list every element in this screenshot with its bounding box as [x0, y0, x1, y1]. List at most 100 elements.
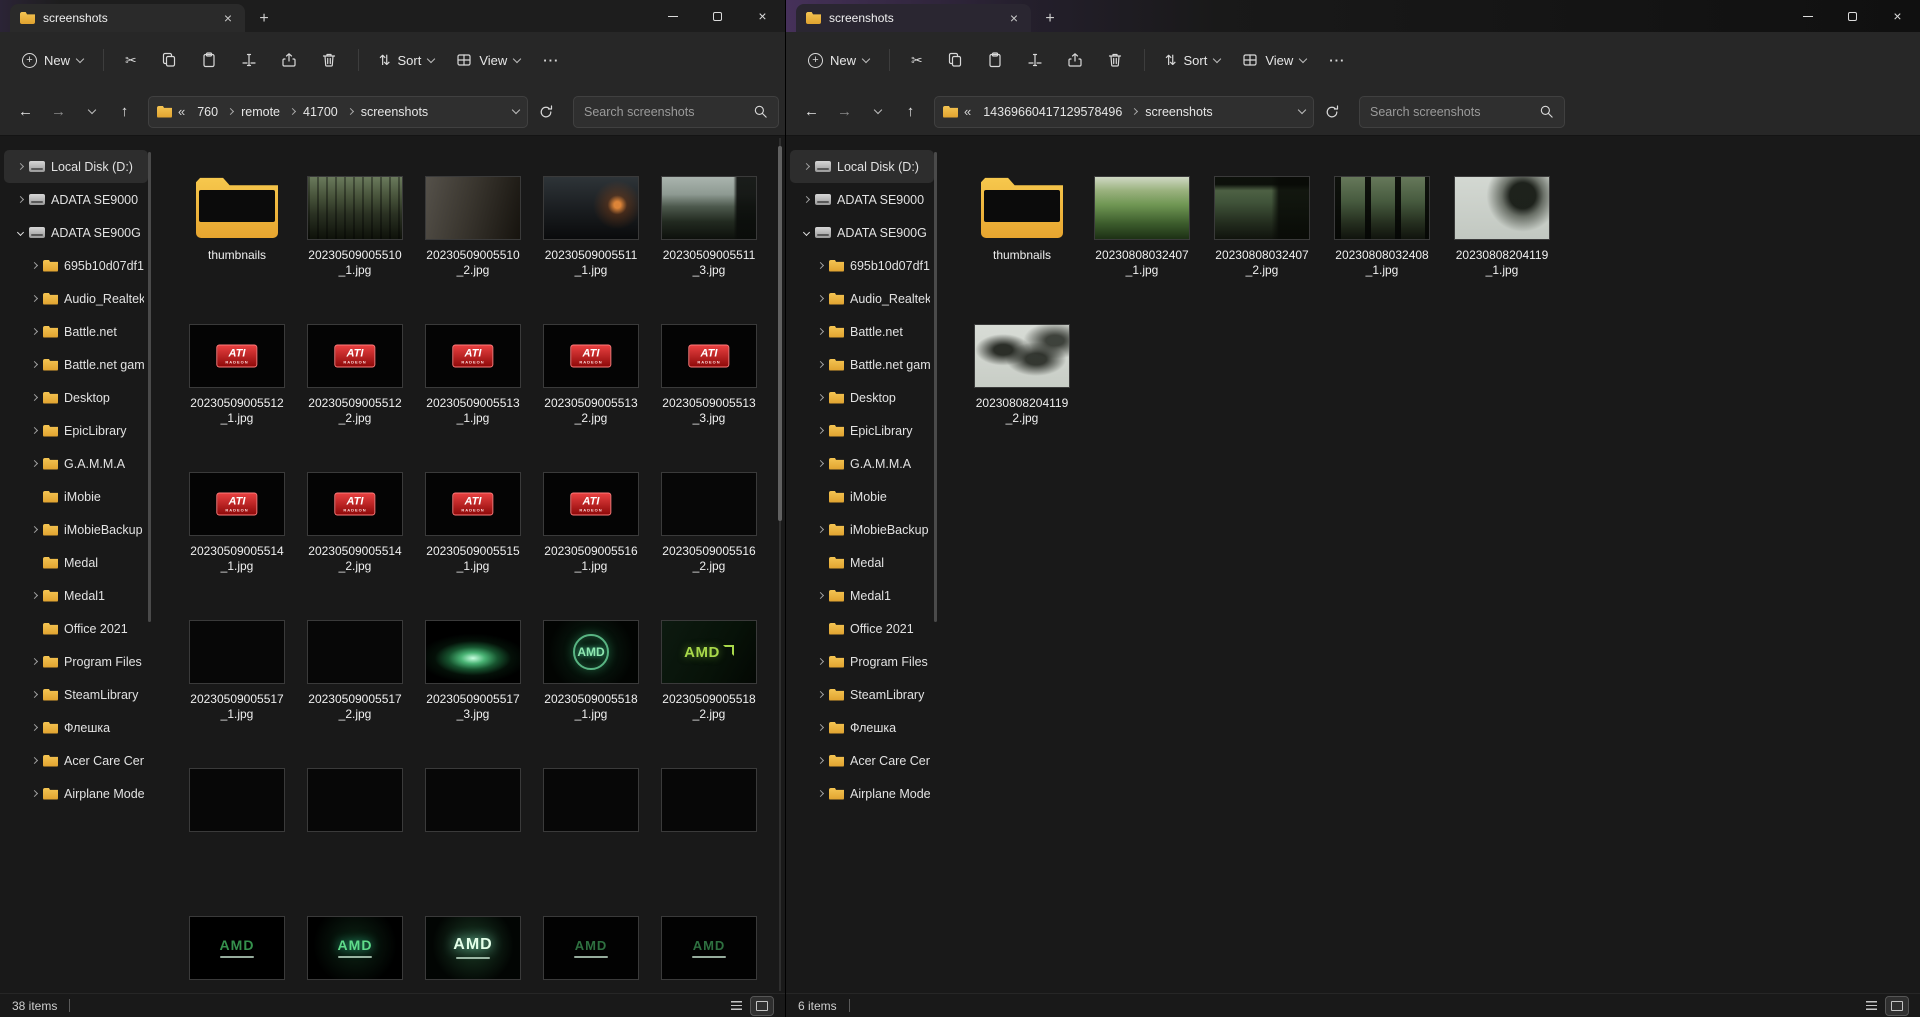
breadcrumb-overflow[interactable]: «	[964, 104, 971, 119]
tree-chevron-icon[interactable]	[816, 657, 825, 666]
sidebar-item[interactable]: 695b10d07df1	[790, 249, 934, 282]
paste-button[interactable]	[190, 42, 228, 78]
file-item[interactable]: 20230509005517_1.jpg	[181, 620, 293, 724]
file-item[interactable]: 20230509005511_1.jpg	[535, 176, 647, 280]
file-item[interactable]: 20230808204119_2.jpg	[966, 324, 1078, 428]
forward-button[interactable]: →	[43, 96, 74, 128]
sidebar-item[interactable]: Desktop	[790, 381, 934, 414]
refresh-button[interactable]	[530, 96, 561, 128]
tree-chevron-icon[interactable]	[816, 525, 825, 534]
tree-chevron-icon[interactable]	[30, 591, 39, 600]
minimize-button[interactable]	[650, 0, 695, 32]
more-button[interactable]: ···	[1318, 42, 1356, 78]
tree-chevron-icon[interactable]	[816, 723, 825, 732]
tree-chevron-icon[interactable]	[30, 789, 39, 798]
file-item[interactable]: AMD 20230509005518_2.jpg	[653, 620, 765, 724]
tree-chevron-icon[interactable]	[816, 393, 825, 402]
tree-chevron-icon[interactable]	[30, 261, 39, 270]
file-item[interactable]: AMD	[181, 916, 293, 993]
sidebar-item[interactable]: Battle.net	[4, 315, 148, 348]
sidebar-item[interactable]: Program Files (	[790, 645, 934, 678]
tree-chevron-icon[interactable]	[816, 360, 825, 369]
file-item[interactable]	[299, 768, 411, 872]
sidebar-item[interactable]: Medal	[790, 546, 934, 579]
breadcrumb-item[interactable]: screenshots	[355, 102, 434, 122]
file-item[interactable]: 20230808204119_1.jpg	[1446, 176, 1558, 280]
delete-button[interactable]	[1096, 42, 1134, 78]
sidebar-item[interactable]: Medal	[4, 546, 148, 579]
search-input[interactable]	[1370, 104, 1533, 119]
tree-chevron-icon[interactable]	[30, 525, 39, 534]
content-scrollbar[interactable]	[775, 138, 785, 991]
up-button[interactable]: ↑	[109, 96, 140, 128]
tree-chevron-icon[interactable]	[30, 723, 39, 732]
sidebar-item[interactable]: Audio_Realtek	[790, 282, 934, 315]
new-tab-button[interactable]: +	[249, 6, 279, 32]
sidebar-item[interactable]: Office 2021	[790, 612, 934, 645]
minimize-button[interactable]	[1785, 0, 1830, 32]
breadcrumb-bar[interactable]: « 14369660417129578496 screenshots	[934, 95, 1314, 128]
more-button[interactable]: ···	[532, 42, 570, 78]
maximize-button[interactable]	[1830, 0, 1875, 32]
file-item[interactable]: ATI RADEON 20230509005513_1.jpg	[417, 324, 529, 428]
view-button[interactable]: View	[446, 42, 530, 78]
file-item[interactable]: AMD 20230509005518_1.jpg	[535, 620, 647, 724]
sidebar-item[interactable]: Audio_Realtek	[4, 282, 148, 315]
tree-chevron-icon[interactable]	[30, 294, 39, 303]
recent-locations-button[interactable]	[76, 96, 107, 128]
maximize-button[interactable]	[695, 0, 740, 32]
tab-screenshots[interactable]: screenshots ×	[10, 4, 245, 32]
forward-button[interactable]: →	[829, 96, 860, 128]
file-item[interactable]: ATI RADEON 20230509005512_2.jpg	[299, 324, 411, 428]
sidebar-item[interactable]: Medal1	[790, 579, 934, 612]
file-item[interactable]: ATI RADEON 20230509005516_1.jpg	[535, 472, 647, 576]
tree-chevron-icon[interactable]	[816, 327, 825, 336]
file-item[interactable]: AMD	[653, 916, 765, 993]
file-item[interactable]: thumbnails	[966, 176, 1078, 280]
tab-screenshots[interactable]: screenshots ×	[796, 4, 1031, 32]
sidebar-item[interactable]: iMobieBackup	[4, 513, 148, 546]
sidebar-item[interactable]: SteamLibrary	[4, 678, 148, 711]
tree-chevron-icon[interactable]	[16, 162, 25, 171]
tree-chevron-icon[interactable]	[802, 162, 811, 171]
tab-close-icon[interactable]: ×	[219, 9, 237, 27]
cut-button[interactable]: ✂	[900, 42, 934, 78]
file-item[interactable]: 20230808032407_1.jpg	[1086, 176, 1198, 280]
rename-button[interactable]	[230, 42, 268, 78]
sidebar-scrollbar[interactable]	[148, 152, 151, 622]
back-button[interactable]: ←	[796, 96, 827, 128]
breadcrumb-item[interactable]: 41700	[297, 102, 355, 122]
tree-chevron-icon[interactable]	[16, 195, 25, 204]
sidebar-item[interactable]: Program Files (	[4, 645, 148, 678]
tree-chevron-icon[interactable]	[816, 426, 825, 435]
sidebar-item[interactable]: Флешка	[4, 711, 148, 744]
tree-chevron-icon[interactable]	[802, 228, 811, 237]
tab-close-icon[interactable]: ×	[1005, 9, 1023, 27]
sidebar-item[interactable]: Airplane Mode	[4, 777, 148, 810]
file-item[interactable]: AMD	[535, 916, 647, 993]
file-item[interactable]: ATI RADEON 20230509005514_1.jpg	[181, 472, 293, 576]
thumbnail-view-toggle[interactable]	[1885, 995, 1909, 1016]
sidebar-item[interactable]: SteamLibrary	[790, 678, 934, 711]
tree-chevron-icon[interactable]	[30, 426, 39, 435]
file-item[interactable]: AMD	[417, 916, 529, 993]
cut-button[interactable]: ✂	[114, 42, 148, 78]
tree-chevron-icon[interactable]	[30, 393, 39, 402]
sidebar-item[interactable]: Local Disk (D:)	[4, 150, 148, 183]
tree-chevron-icon[interactable]	[30, 360, 39, 369]
details-view-toggle[interactable]	[1860, 997, 1882, 1015]
file-item[interactable]: 20230509005510_1.jpg	[299, 176, 411, 280]
sidebar-scrollbar[interactable]	[934, 152, 937, 622]
file-item[interactable]: 20230509005510_2.jpg	[417, 176, 529, 280]
breadcrumb-bar[interactable]: « 760 remote 41700 screenshots	[148, 95, 528, 128]
copy-button[interactable]	[936, 42, 974, 78]
breadcrumb-item[interactable]: 760	[191, 102, 235, 122]
rename-button[interactable]	[1016, 42, 1054, 78]
sidebar-item[interactable]: Local Disk (D:)	[790, 150, 934, 183]
sidebar-item[interactable]: Battle.net gam	[790, 348, 934, 381]
thumbnail-view-toggle[interactable]	[750, 995, 774, 1016]
breadcrumb-overflow[interactable]: «	[178, 104, 185, 119]
sidebar-item[interactable]: ADATA SE9000	[4, 183, 148, 216]
sidebar-item[interactable]: 695b10d07df1	[4, 249, 148, 282]
sidebar-item[interactable]: Battle.net	[790, 315, 934, 348]
